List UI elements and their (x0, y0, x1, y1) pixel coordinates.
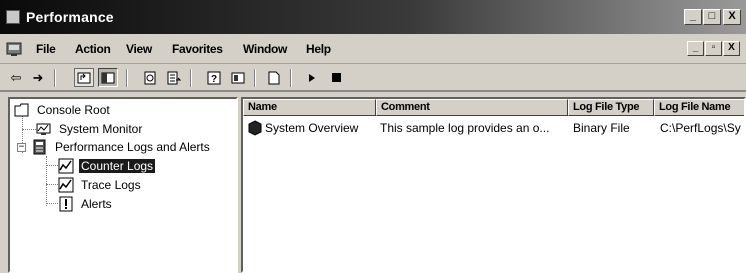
stop-icon[interactable] (326, 68, 346, 87)
toolbar-separator (54, 69, 56, 87)
column-header-comment[interactable]: Comment (376, 99, 568, 116)
log-name: System Overview (265, 121, 359, 135)
maximize-button[interactable]: □ (703, 9, 721, 25)
refresh-icon[interactable] (140, 68, 160, 87)
show-hide-console-tree-icon[interactable] (98, 68, 118, 87)
system-monitor-icon (36, 121, 52, 137)
back-icon[interactable]: ⇦ (6, 68, 26, 87)
tree-connector (46, 165, 58, 166)
tree-item-label: Alerts (81, 197, 112, 211)
console-icon[interactable] (6, 41, 24, 57)
minimize-button[interactable]: _ (684, 9, 702, 25)
toolbar: ⇦ ➜ ? (0, 64, 746, 92)
toolbar-separator (254, 69, 256, 87)
counter-log-icon (247, 120, 263, 136)
performance-app-icon[interactable] (6, 10, 20, 24)
column-header-log-file-type[interactable]: Log File Type (568, 99, 654, 116)
menu-action[interactable]: Action (75, 42, 111, 56)
log-file-type: Binary File (573, 121, 630, 135)
tree-item-label: Trace Logs (81, 178, 141, 192)
performance-logs-icon (32, 139, 48, 155)
menu-view[interactable]: View (126, 42, 152, 56)
console-tree-pane[interactable]: − Console Root System Monitor Performanc… (8, 97, 238, 273)
alerts-icon (58, 196, 74, 212)
new-log-settings-icon[interactable] (264, 68, 284, 87)
start-icon[interactable] (302, 68, 322, 87)
tree-item-performance-logs-and-alerts[interactable]: Performance Logs and Alerts (32, 138, 212, 156)
menu-favorites[interactable]: Favorites (172, 42, 223, 56)
menu-window[interactable]: Window (243, 42, 287, 56)
help-icon[interactable]: ? (204, 68, 224, 87)
tree-item-label: System Monitor (59, 122, 143, 136)
document-minimize-button[interactable]: _ (687, 41, 704, 56)
log-comment: This sample log provides an o... (380, 121, 550, 135)
menu-help[interactable]: Help (306, 42, 331, 56)
document-restore-button[interactable]: ▫ (705, 41, 722, 56)
column-header-log-file-name[interactable]: Log File Name (654, 99, 744, 116)
tree-connector (46, 203, 58, 204)
menu-file[interactable]: File (36, 42, 56, 56)
tree-connector (46, 156, 47, 206)
tree-item-trace-logs[interactable]: Trace Logs (58, 176, 143, 194)
tree-connector (22, 129, 36, 130)
tree-item-console-root[interactable]: Console Root (14, 101, 112, 119)
column-headers: Name Comment Log File Type Log File Name (243, 99, 744, 116)
counter-logs-icon (58, 158, 74, 174)
forward-icon[interactable]: ➜ (28, 68, 48, 87)
details-list-pane[interactable]: Name Comment Log File Type Log File Name… (241, 97, 746, 273)
column-header-name[interactable]: Name (243, 99, 376, 116)
tree-item-alerts[interactable]: Alerts (58, 195, 114, 213)
console-tree-icon[interactable] (228, 68, 248, 87)
trace-logs-icon (58, 177, 74, 193)
log-file-name: C:\PerfLogs\Sy (660, 121, 741, 135)
svg-text:?: ? (211, 74, 217, 85)
toolbar-separator (126, 69, 128, 87)
tree-item-label: Console Root (37, 103, 110, 117)
folder-icon (14, 102, 30, 118)
tree-connector (46, 184, 58, 185)
document-close-button[interactable]: X (723, 41, 740, 56)
tree-item-label: Performance Logs and Alerts (55, 140, 210, 154)
tree-item-label: Counter Logs (79, 159, 156, 173)
tree-item-counter-logs[interactable]: Counter Logs (58, 157, 156, 175)
tree-item-system-monitor[interactable]: System Monitor (36, 120, 144, 138)
toolbar-separator (290, 69, 292, 87)
title-bar[interactable]: Performance _ □ X (0, 0, 746, 34)
up-one-level-icon[interactable] (74, 68, 94, 87)
toolbar-separator (190, 69, 192, 87)
menu-bar: File Action View Favorites Window Help _… (0, 34, 746, 64)
export-list-icon[interactable] (164, 68, 184, 87)
collapse-toggle[interactable]: − (17, 143, 26, 152)
close-button[interactable]: X (723, 9, 741, 25)
window-title: Performance (26, 9, 114, 25)
